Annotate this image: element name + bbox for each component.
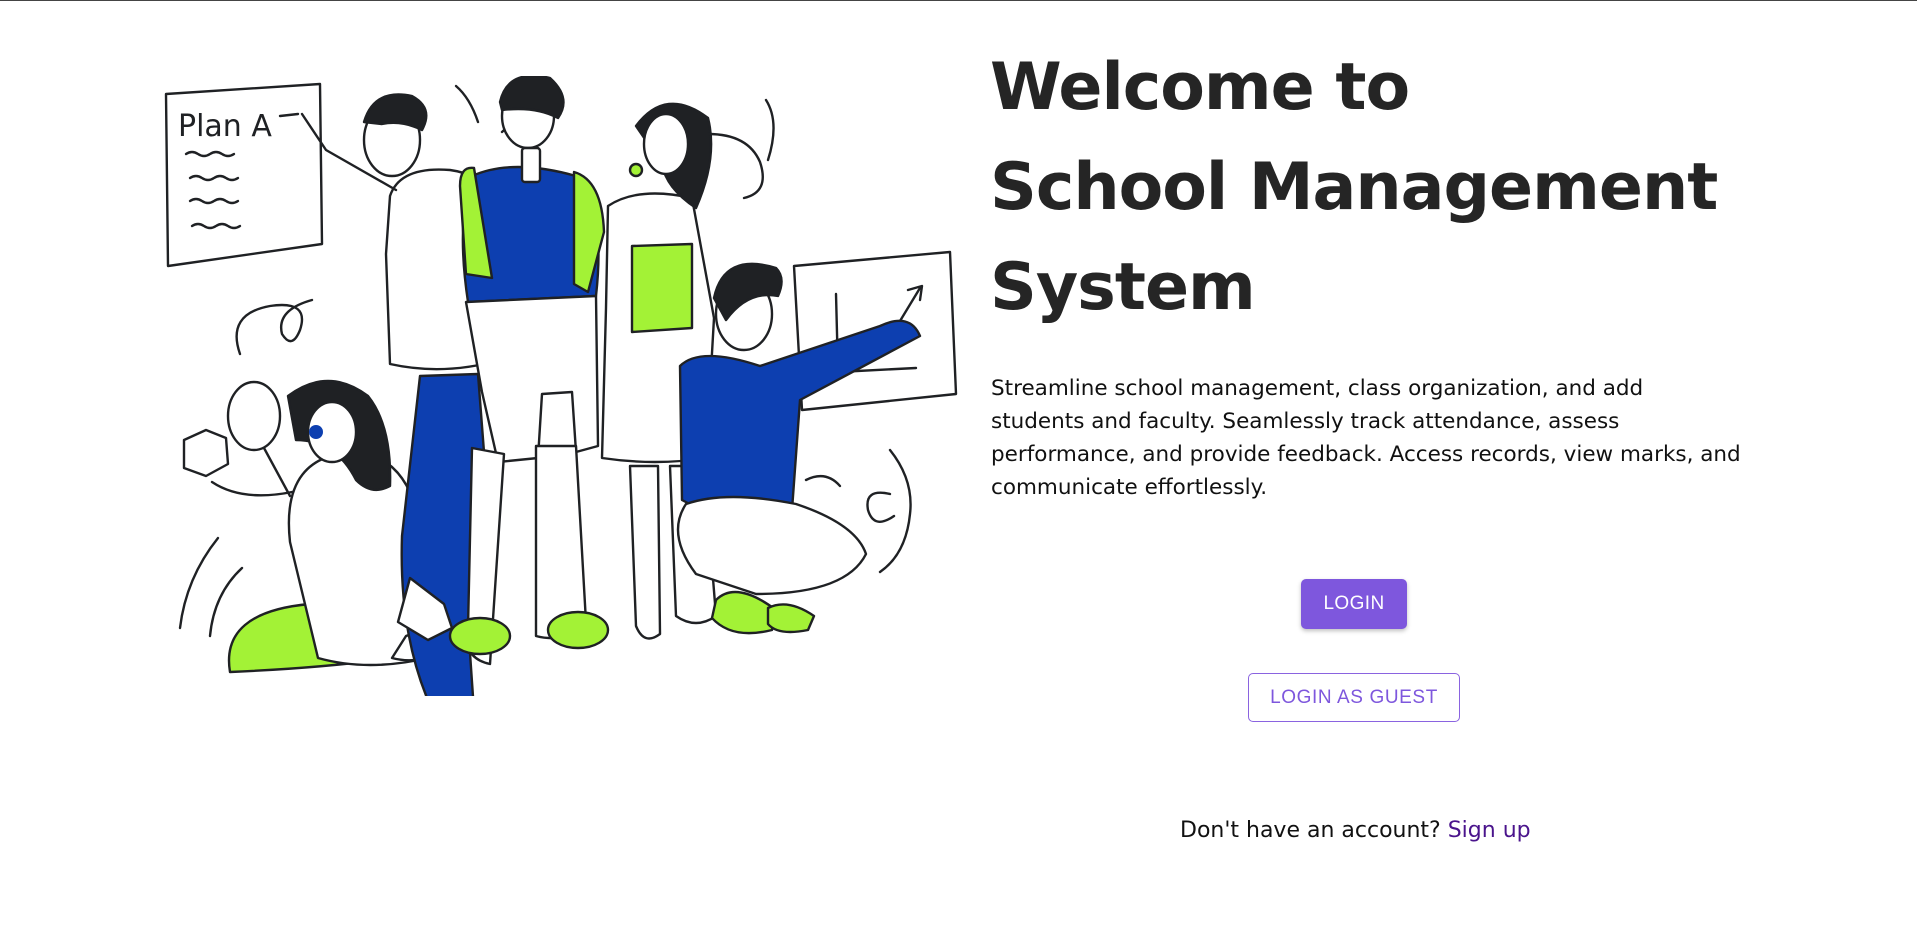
svg-text:Plan A: Plan A xyxy=(178,109,272,144)
signup-prompt-text: Don't have an account? xyxy=(1180,818,1448,843)
welcome-line-1: Welcome to xyxy=(990,50,1410,125)
whiteboard-icon: Plan A xyxy=(164,82,324,268)
login-button[interactable]: LOGIN xyxy=(1301,579,1407,629)
phone-man-icon xyxy=(448,76,610,666)
welcome-heading: Welcome to School Management System xyxy=(990,38,1750,338)
signup-link[interactable]: Sign up xyxy=(1448,818,1531,843)
login-as-guest-button[interactable]: LOGIN AS GUEST xyxy=(1248,673,1460,722)
top-border xyxy=(0,0,1917,1)
people-planning-illustration: Plan A xyxy=(160,76,960,696)
signup-prompt-row: Don't have an account? Sign up xyxy=(1180,818,1580,843)
welcome-line-3: System xyxy=(990,250,1256,325)
description-text: Streamline school management, class orga… xyxy=(991,376,1741,500)
welcome-line-2: School Management xyxy=(990,150,1718,225)
